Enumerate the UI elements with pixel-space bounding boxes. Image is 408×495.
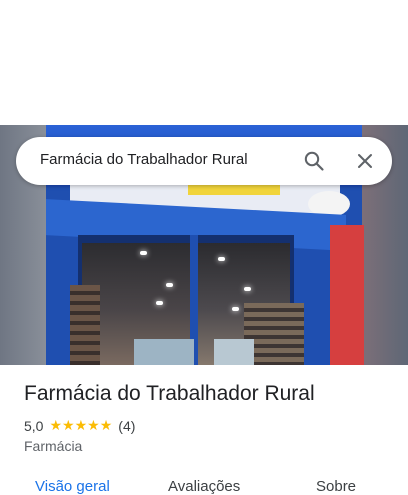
star-icon: ★ [74,418,88,434]
star-icon: ★ [49,418,63,434]
place-category[interactable]: Farmácia [24,438,82,454]
star-icon: ★ [99,418,113,434]
star-icon: ★ [62,418,75,434]
search-bar[interactable]: Farmácia do Trabalhador Rural [16,137,392,185]
search-input[interactable]: Farmácia do Trabalhador Rural [40,151,248,168]
star-icon: ★ [87,418,100,434]
rating-value: 5,0 [24,418,44,434]
search-icon[interactable] [302,149,326,173]
place-title: Farmácia do Trabalhador Rural [24,382,315,405]
tab-overview[interactable]: Visão geral [35,478,110,495]
rating-row[interactable]: 5,0 ★ ★ ★ ★ ★ (4) [24,417,135,435]
review-count[interactable]: (4) [118,418,135,434]
map-blank-area [0,0,408,125]
star-rating: ★ ★ ★ ★ ★ [49,419,112,433]
tab-about[interactable]: Sobre [316,478,356,495]
tab-reviews[interactable]: Avaliações [168,478,240,495]
close-icon[interactable] [353,149,377,173]
